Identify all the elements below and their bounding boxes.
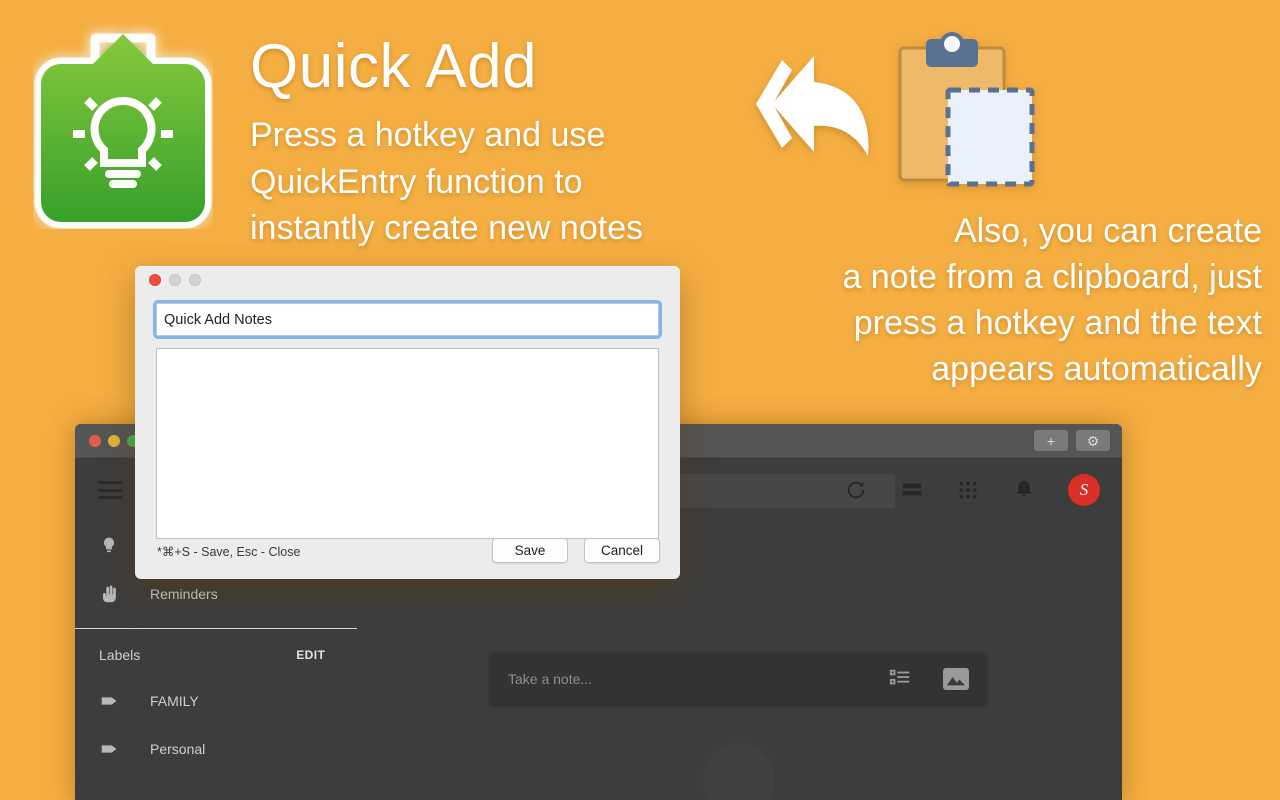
quick-add-dialog: Quick Add Notes *⌘+S - Save, Esc - Close…	[135, 266, 680, 579]
minimize-window-button[interactable]	[108, 435, 120, 447]
dialog-minimize-button	[169, 274, 181, 286]
refresh-icon[interactable]	[844, 478, 868, 502]
promo-subtitle: Press a hotkey and use QuickEntry functi…	[250, 112, 643, 252]
image-icon[interactable]	[943, 668, 969, 690]
label-tag-icon	[99, 738, 127, 760]
label-tag-icon	[99, 690, 127, 712]
labels-title: Labels	[99, 647, 141, 663]
promo-screenshot: Quick Add Press a hotkey and use QuickEn…	[0, 0, 1280, 800]
promo-subtitle-line: instantly create new notes	[250, 209, 644, 247]
sidebar-divider	[75, 628, 357, 629]
clipboard-paste-icon	[890, 30, 1040, 195]
note-body-textarea[interactable]	[156, 348, 659, 539]
list-view-icon[interactable]	[900, 478, 924, 502]
promo-subtitle-line: Press a hotkey and use	[250, 116, 606, 154]
note-composer-actions	[889, 667, 969, 691]
dialog-zoom-button	[189, 274, 201, 286]
titlebar-actions: + ⚙	[1034, 430, 1110, 451]
hamburger-menu-icon[interactable]	[98, 481, 122, 499]
save-button[interactable]: Save	[492, 538, 568, 563]
lightbulb-bubble-icon	[33, 24, 213, 229]
lightbulb-icon	[99, 536, 127, 556]
promo-right-line: Also, you can create	[953, 212, 1262, 250]
close-window-button[interactable]	[89, 435, 101, 447]
label-name: FAMILY	[150, 693, 199, 709]
toolbar-icons: S	[844, 458, 1100, 522]
dialog-titlebar	[135, 266, 680, 294]
sidebar-item-label: Reminders	[150, 586, 218, 602]
promo-right-line: a note from a clipboard, just	[842, 258, 1262, 296]
label-name: Personal	[150, 741, 206, 757]
promo-right-line: appears automatically	[931, 350, 1262, 388]
note-composer-placeholder: Take a note...	[508, 671, 593, 687]
labels-edit-button[interactable]: EDIT	[296, 648, 325, 662]
dialog-actions: Save Cancel	[492, 538, 660, 563]
sidebar-label-personal[interactable]: Personal	[75, 725, 355, 773]
avatar[interactable]: S	[1068, 474, 1100, 506]
add-button[interactable]: +	[1034, 430, 1068, 451]
apps-grid-icon[interactable]	[956, 478, 980, 502]
checklist-icon[interactable]	[889, 667, 913, 691]
sidebar-label-family[interactable]: FAMILY	[75, 677, 355, 725]
dialog-window-controls	[149, 274, 201, 286]
cancel-button[interactable]: Cancel	[584, 538, 660, 563]
promo-right-line: press a hotkey and the text	[853, 304, 1262, 342]
window-controls	[89, 435, 139, 447]
notifications-bell-icon[interactable]	[1012, 478, 1036, 502]
shortcut-hint: *⌘+S - Save, Esc - Close	[157, 545, 301, 559]
promo-title: Quick Add	[250, 32, 538, 101]
reminders-hand-icon	[99, 583, 127, 605]
promo-right-text: Also, you can create a note from a clipb…	[642, 208, 1262, 392]
promo-subtitle-line: QuickEntry function to	[250, 162, 583, 201]
labels-section-header: Labels EDIT	[75, 633, 355, 677]
note-composer[interactable]: Take a note...	[490, 653, 987, 705]
dialog-close-button[interactable]	[149, 274, 161, 286]
note-title-input[interactable]: Quick Add Notes	[153, 300, 662, 339]
settings-gear-button[interactable]: ⚙	[1076, 430, 1110, 451]
reply-arrow-icon	[752, 52, 882, 160]
